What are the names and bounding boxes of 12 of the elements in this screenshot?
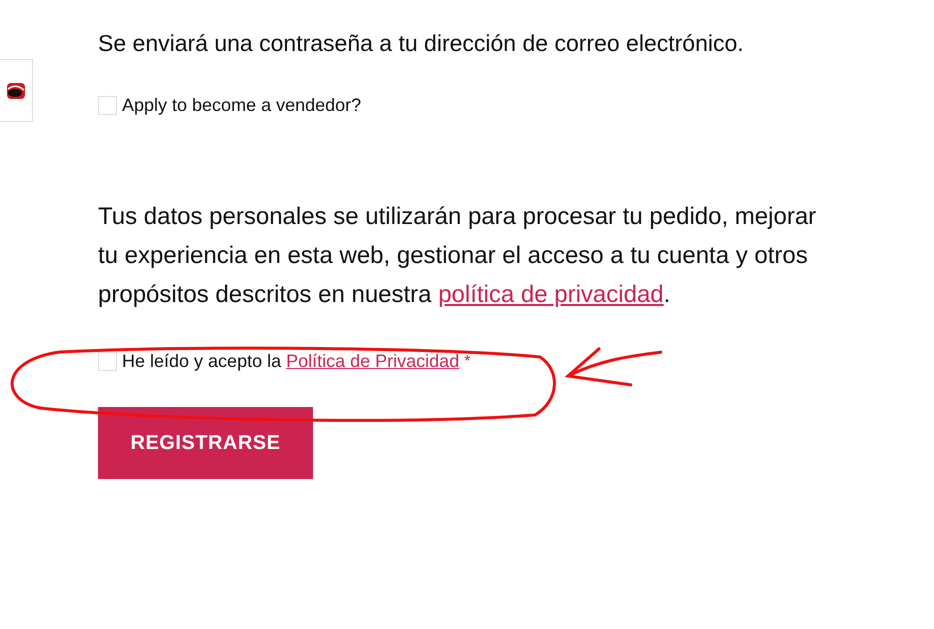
checkbox[interactable] [98,96,117,115]
checkbox[interactable] [98,352,117,371]
checkbox-label: Apply to become a vendedor? [122,94,362,117]
password-note: Se enviará una contraseña a tu dirección de correo electrónico. [98,29,745,58]
privacy-policy-link[interactable]: política de privacidad [438,281,664,308]
privacy-notice: Tus datos personales se utilizarán para procesar tu pedido, mejorar tu experiencia en esta web, gestionar el acceso a tu cuenta y otros propósitos descritos en nuestra política de privacidad. [98,202,818,310]
required-mark: * [464,352,470,372]
side-widget[interactable] [0,59,33,122]
eye-icon [6,82,24,98]
register-button[interactable]: REGISTRARSE [98,407,313,479]
checkbox-label: He leído y acepto la [122,350,282,373]
privacy-policy-link[interactable]: Política de Privacidad [286,348,460,375]
